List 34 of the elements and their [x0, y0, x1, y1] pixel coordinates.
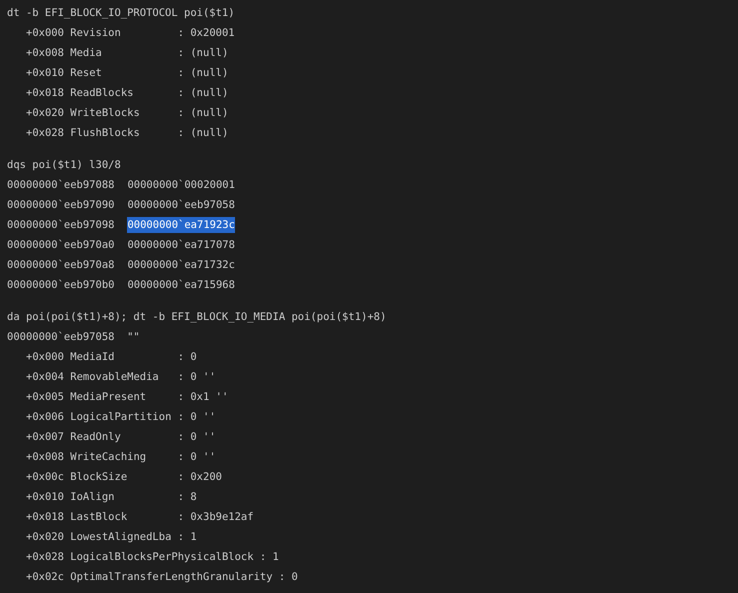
- output-line: 00000000`eeb97058 "": [7, 330, 140, 344]
- field-line: +0x008 WriteCaching : 0 '': [26, 450, 216, 464]
- field-line: +0x028 FlushBlocks : (null): [26, 126, 228, 140]
- address-text: 00000000`eeb97098: [7, 218, 114, 232]
- field-line: +0x005 MediaPresent : 0x1 '': [26, 390, 228, 404]
- field-line: +0x00c BlockSize : 0x200: [26, 470, 222, 484]
- field-line: +0x02c OptimalTransferLengthGranularity : 0: [26, 570, 298, 584]
- memory-value: 00000000`ea71732c: [127, 258, 235, 273]
- memory-value: 00000000`ea715968: [127, 278, 235, 293]
- field-line: +0x000 MediaId : 0: [26, 350, 197, 364]
- address-text: 00000000`eeb970b0: [7, 278, 114, 292]
- address-text: 00000000`eeb97090: [7, 198, 114, 212]
- memory-value: 00000000`eeb97058: [127, 198, 235, 213]
- memory-value: 00000000`00020001: [127, 178, 235, 193]
- field-line: +0x004 RemovableMedia : 0 '': [26, 370, 216, 384]
- memory-value: 00000000`ea717078: [127, 238, 235, 253]
- field-line: +0x010 Reset : (null): [26, 66, 228, 80]
- field-line: +0x018 LastBlock : 0x3b9e12af: [26, 510, 254, 524]
- command-text: da poi(poi($t1)+8); dt -b EFI_BLOCK_IO_MEDIA poi(poi($t1)+8): [7, 310, 386, 324]
- memory-value: 00000000`ea71923c: [127, 217, 235, 233]
- field-line: +0x020 LowestAlignedLba : 1: [26, 530, 197, 544]
- field-line: +0x020 WriteBlocks : (null): [26, 106, 228, 120]
- address-text: 00000000`eeb97088: [7, 178, 114, 192]
- field-line: +0x028 LogicalBlocksPerPhysicalBlock : 1: [26, 550, 279, 564]
- command-text: dqs poi($t1) l30/8: [7, 158, 121, 172]
- field-line: +0x000 Revision : 0x20001: [26, 26, 235, 40]
- command-text: dt -b EFI_BLOCK_IO_PROTOCOL poi($t1): [7, 6, 235, 20]
- field-line: +0x007 ReadOnly : 0 '': [26, 430, 216, 444]
- field-line: +0x018 ReadBlocks : (null): [26, 86, 228, 100]
- field-line: +0x010 IoAlign : 8: [26, 490, 197, 504]
- address-text: 00000000`eeb970a0: [7, 238, 114, 252]
- field-line: +0x006 LogicalPartition : 0 '': [26, 410, 216, 424]
- address-text: 00000000`eeb970a8: [7, 258, 114, 272]
- field-line: +0x008 Media : (null): [26, 46, 228, 60]
